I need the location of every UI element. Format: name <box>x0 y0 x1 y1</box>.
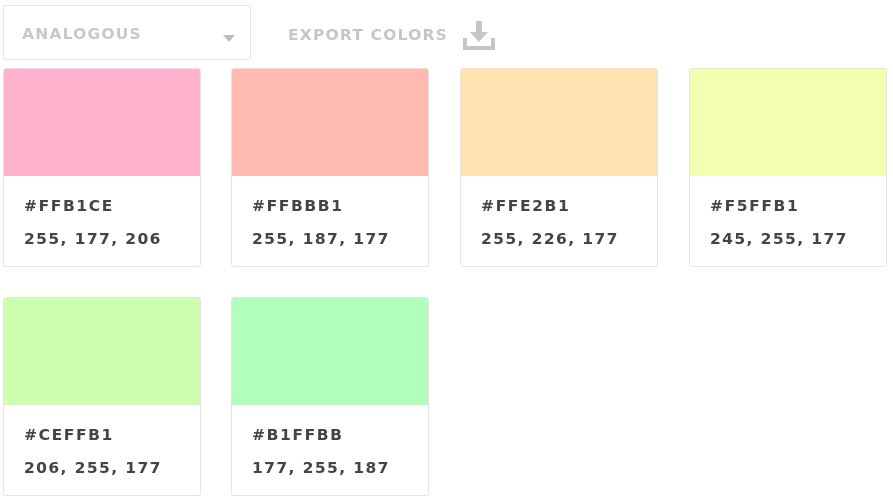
color-rgb-value: 255, 177, 206 <box>24 230 162 248</box>
color-hex-value: #FFBBB1 <box>252 197 344 215</box>
color-scheme-dropdown[interactable]: ANALOGOUS <box>3 5 251 60</box>
download-icon <box>463 21 495 50</box>
color-card[interactable]: #F5FFB1 245, 255, 177 <box>689 68 887 267</box>
color-card[interactable]: #B1FFBB 177, 255, 187 <box>231 297 429 496</box>
color-swatch[interactable] <box>232 298 428 405</box>
color-card[interactable]: #CEFFB1 206, 255, 177 <box>3 297 201 496</box>
color-swatch[interactable] <box>4 298 200 405</box>
export-colors-button[interactable]: EXPORT COLORS <box>286 18 501 50</box>
color-rgb-value: 206, 255, 177 <box>24 459 162 477</box>
chevron-down-icon <box>223 35 235 42</box>
color-card[interactable]: #FFB1CE 255, 177, 206 <box>3 68 201 267</box>
color-hex-value: #FFE2B1 <box>481 197 571 215</box>
color-swatch[interactable] <box>461 69 657 176</box>
color-rgb-value: 245, 255, 177 <box>710 230 848 248</box>
color-swatch[interactable] <box>4 69 200 176</box>
color-scheme-selected-value: ANALOGOUS <box>22 25 142 43</box>
color-card[interactable]: #FFE2B1 255, 226, 177 <box>460 68 658 267</box>
color-hex-value: #F5FFB1 <box>710 197 800 215</box>
color-card[interactable]: #FFBBB1 255, 187, 177 <box>231 68 429 267</box>
color-swatch[interactable] <box>690 69 886 176</box>
color-hex-value: #FFB1CE <box>24 197 114 215</box>
color-rgb-value: 255, 187, 177 <box>252 230 390 248</box>
color-rgb-value: 255, 226, 177 <box>481 230 619 248</box>
color-rgb-value: 177, 255, 187 <box>252 459 390 477</box>
color-swatch[interactable] <box>232 69 428 176</box>
color-hex-value: #CEFFB1 <box>24 426 114 444</box>
export-colors-label: EXPORT COLORS <box>288 26 449 44</box>
color-hex-value: #B1FFBB <box>252 426 344 444</box>
toolbar: ANALOGOUS EXPORT COLORS <box>0 0 893 66</box>
